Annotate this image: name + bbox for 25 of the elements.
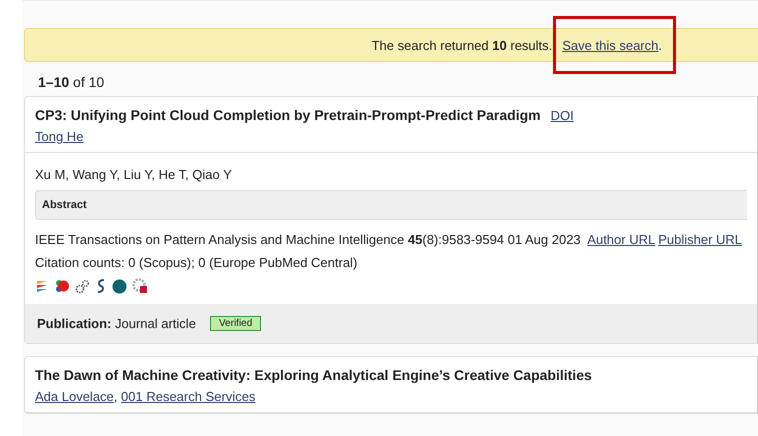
authors-text: Xu M, Wang Y, Liu Y, He T, Qiao Y bbox=[35, 167, 233, 182]
circle-icon[interactable] bbox=[112, 278, 127, 294]
results-range: 1–10 of 10 bbox=[37, 73, 106, 92]
url-link[interactable]: Author URL bbox=[587, 232, 656, 247]
citation-text: Citation counts: 0 (Scopus); 0 (Europe PubMed Central) bbox=[35, 255, 358, 270]
verified-badge: Verified bbox=[210, 316, 262, 331]
dots-icon[interactable] bbox=[54, 278, 70, 294]
owner-link[interactable]: Ada Lovelace bbox=[35, 389, 114, 404]
comma-text: , bbox=[114, 389, 118, 404]
gears-icon[interactable] bbox=[75, 278, 90, 294]
publication-type: Publication: Journal article bbox=[37, 316, 196, 331]
period-text: . bbox=[658, 38, 662, 52]
results-message: The search returned 10 results. bbox=[372, 38, 552, 52]
source-text: IEEE Transactions on Pattern Analysis and Machine Intelligence 45(8):9583-9594 01 Aug 2023 bbox=[35, 232, 581, 247]
url-link[interactable]: Publisher URL bbox=[658, 232, 742, 247]
owner-link[interactable]: Tong He bbox=[35, 129, 84, 144]
stripes-icon[interactable] bbox=[35, 279, 49, 293]
result-title: The Dawn of Machine Creativity: Exploring Analytical Engine’s Creative Capabilities bbox=[35, 367, 592, 383]
result-title: CP3: Unifying Point Cloud Completion by Pretrain-Prompt-Predict Paradigm bbox=[35, 107, 541, 123]
doi-link[interactable]: DOI bbox=[550, 108, 574, 123]
gear-badge-icon[interactable] bbox=[132, 278, 148, 294]
wave-icon[interactable] bbox=[95, 278, 107, 294]
save-search-link[interactable]: Save this search bbox=[562, 38, 658, 52]
owner-link[interactable]: 001 Research Services bbox=[121, 389, 256, 404]
abstract-toggle[interactable]: Abstract bbox=[35, 190, 747, 220]
